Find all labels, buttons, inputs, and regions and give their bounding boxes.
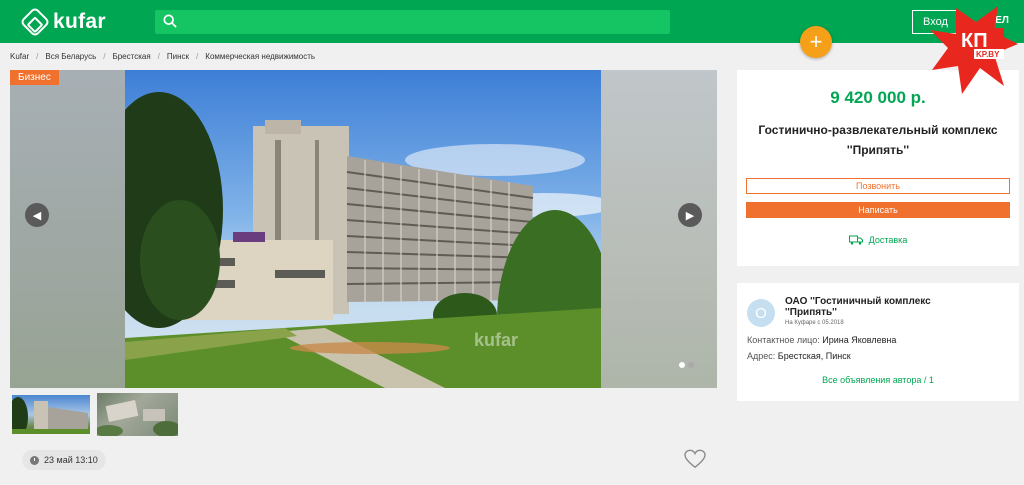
chevron-left-icon: ◀: [32, 209, 42, 222]
logo-icon: [19, 6, 51, 38]
photo-gallery[interactable]: [10, 70, 717, 388]
thumbnail-1[interactable]: [10, 393, 92, 436]
call-button[interactable]: Позвонить: [746, 178, 1010, 194]
heart-icon[interactable]: [684, 449, 706, 469]
price-card: 9 420 000 р. Гостинично-развлекательный …: [737, 70, 1019, 266]
clock-icon: [30, 455, 39, 465]
breadcrumb-item[interactable]: Пинск: [167, 52, 189, 61]
delivery-label: Доставка: [868, 235, 908, 245]
kufar-logo[interactable]: kufar: [19, 6, 106, 38]
gallery-dot-active[interactable]: [679, 362, 685, 368]
breadcrumb-item[interactable]: Kufar: [10, 52, 29, 61]
address-label: Адрес:: [747, 351, 776, 361]
business-badge: Бизнес: [10, 70, 59, 85]
add-listing-button[interactable]: +: [800, 26, 832, 58]
gallery-side-right: [601, 70, 717, 388]
publication-date: 23 май 13:10: [22, 450, 106, 470]
contact-label: Контактное лицо:: [747, 335, 820, 345]
delivery-link[interactable]: Доставка: [737, 235, 1019, 245]
all-author-ads-link[interactable]: Все объявления автора / 1: [737, 375, 1019, 385]
chevron-right-icon: ▶: [685, 209, 695, 222]
listing-photo[interactable]: [125, 70, 601, 388]
write-button[interactable]: Написать: [746, 202, 1010, 218]
breadcrumb-item[interactable]: Вся Беларусь: [45, 52, 96, 61]
gallery-dot[interactable]: [688, 362, 694, 368]
seller-since: На Куфаре с 05.2018: [785, 320, 844, 326]
thumbnail-2[interactable]: [97, 393, 178, 436]
contact-value: Ирина Яковлевна: [822, 335, 897, 345]
address-value: Брестская, Пинск: [777, 351, 851, 361]
top-header: kufar Вход БЕЛ: [0, 0, 1024, 43]
breadcrumb-item[interactable]: Коммерческая недвижимость: [205, 52, 315, 61]
breadcrumb-item[interactable]: Брестская: [112, 52, 150, 61]
svg-text:КП: КП: [961, 30, 988, 52]
seller-address: Адрес: Брестская, Пинск: [747, 351, 851, 361]
breadcrumb: Kufar / Вся Беларусь / Брестская / Пинск…: [10, 52, 316, 61]
listing-title: Гостинично-развлекательный комплекс ''Пр…: [758, 123, 998, 157]
seller-name[interactable]: ОАО ''Гостиничный комплекс ''Припять'': [785, 296, 985, 318]
search-bar[interactable]: [155, 10, 670, 34]
gallery-side-left: [10, 70, 125, 388]
gallery-next-button[interactable]: ▶: [678, 203, 702, 227]
photo-watermark: kufar: [474, 330, 519, 350]
seller-card: О ОАО ''Гостиничный комплекс ''Припять''…: [737, 283, 1019, 401]
date-text: 23 май 13:10: [44, 455, 98, 465]
svg-text:KP.BY: KP.BY: [976, 50, 1000, 59]
gallery-dots: [679, 362, 694, 368]
search-input[interactable]: [185, 10, 665, 34]
logo-text: kufar: [53, 10, 106, 33]
truck-icon: [848, 235, 863, 245]
gallery-prev-button[interactable]: ◀: [25, 203, 49, 227]
kp-watermark-logo: КП KP.BY: [928, 4, 1020, 96]
search-icon: [163, 14, 177, 28]
contact-person: Контактное лицо: Ирина Яковлевна: [747, 335, 896, 345]
avatar[interactable]: О: [747, 299, 775, 327]
